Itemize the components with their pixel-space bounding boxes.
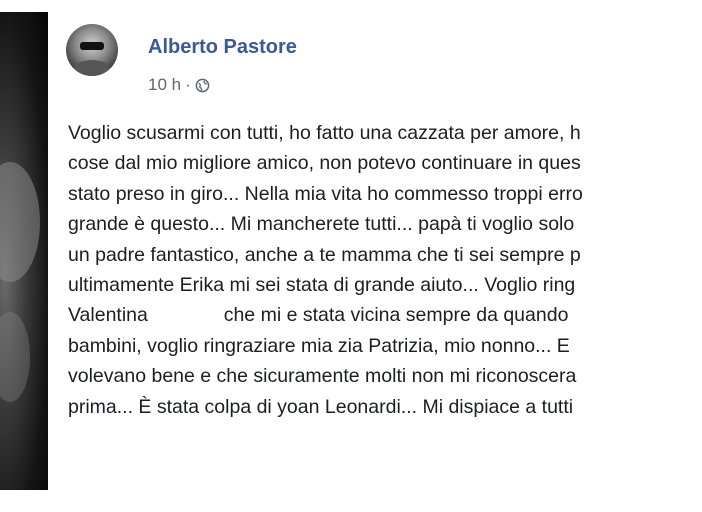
post-text-line: volevano bene e che sicuramente molti no… [68, 365, 577, 388]
post-text-line: un padre fantastico, anche a te mamma ch… [68, 243, 581, 266]
post-text-line: stato preso in giro... Nella mia vita ho… [68, 182, 583, 205]
post-meta: 10 h · [148, 75, 210, 95]
globe-icon[interactable] [195, 78, 210, 93]
photo-highlight [0, 312, 30, 402]
cropped-photo [0, 12, 48, 490]
photo-highlight [0, 162, 40, 282]
post-text-line: Voglio scusarmi con tutti, ho fatto una … [68, 122, 581, 144]
post-text-line: prima... È stata colpa di yoan Leonardi.… [68, 395, 574, 418]
author-name-link[interactable]: Alberto Pastore [148, 36, 297, 59]
post-text-line: ultimamente Erika mi sei stata di grande… [68, 273, 576, 296]
post-text-line: bambini, voglio ringraziare mia zia Patr… [68, 334, 570, 357]
post-timestamp[interactable]: 10 h [148, 75, 181, 95]
screenshot-stage: Alberto Pastore 10 h · Voglio scusarmi c… [0, 0, 702, 512]
post-body-text: Voglio scusarmi con tutti, ho fatto una … [68, 118, 702, 422]
avatar[interactable] [66, 24, 118, 76]
post-text-line: grande è questo... Mi mancherete tutti..… [68, 213, 575, 236]
facebook-post: Alberto Pastore 10 h · Voglio scusarmi c… [48, 12, 702, 490]
post-text-line: Valentina che mi e stata vicina sempre d… [68, 304, 569, 327]
avatar-collar [74, 60, 110, 76]
post-text-line: cose dal mio migliore amico, non potevo … [68, 152, 581, 175]
avatar-glasses [80, 42, 104, 50]
meta-separator: · [185, 75, 191, 94]
